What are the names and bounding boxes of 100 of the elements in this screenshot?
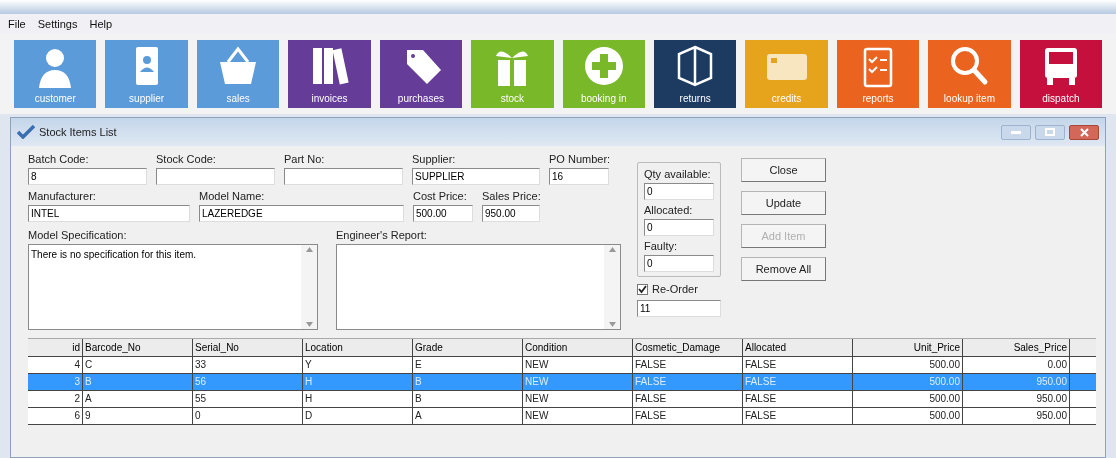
table-cell: FALSE bbox=[743, 374, 853, 390]
text-area-content: There is no specification for this item. bbox=[31, 249, 197, 260]
table-cell: 56 bbox=[193, 374, 303, 390]
field-label: Manufacturer: bbox=[28, 189, 97, 203]
text-field[interactable] bbox=[156, 168, 275, 185]
column-header[interactable]: Serial_No bbox=[193, 339, 303, 356]
text-area[interactable] bbox=[336, 244, 621, 330]
table-cell: D bbox=[303, 408, 413, 424]
table-cell: 950.00 bbox=[963, 408, 1070, 424]
text-field[interactable]: INTEL bbox=[28, 205, 190, 222]
column-header[interactable]: Barcode_No bbox=[83, 339, 193, 356]
table-cell: FALSE bbox=[633, 391, 743, 407]
scroll-down-icon bbox=[608, 322, 616, 327]
table-cell: 950.00 bbox=[963, 391, 1070, 407]
column-header[interactable]: Grade bbox=[413, 339, 523, 356]
text-field[interactable]: LAZEREDGE bbox=[199, 205, 404, 222]
menu-item[interactable]: File bbox=[8, 15, 26, 33]
table-cell: FALSE bbox=[743, 357, 853, 373]
table-cell: FALSE bbox=[743, 408, 853, 424]
table-cell: 6 bbox=[28, 408, 83, 424]
table-cell: NEW bbox=[523, 374, 633, 390]
table-cell: 500.00 bbox=[853, 391, 963, 407]
field-label: Stock Code: bbox=[156, 152, 217, 166]
table-cell: FALSE bbox=[633, 374, 743, 390]
text-field[interactable]: 16 bbox=[549, 168, 609, 185]
close-icon bbox=[1079, 127, 1089, 137]
check-mark-icon bbox=[638, 284, 647, 294]
table-cell: 3 bbox=[28, 374, 83, 390]
table-cell: B bbox=[413, 391, 523, 407]
table-row[interactable]: 6 9 0 D A NEW FALSE FALSE 500.00 950.00 bbox=[28, 408, 1096, 425]
column-header[interactable]: Unit_Price bbox=[853, 339, 963, 356]
table-cell: C bbox=[83, 357, 193, 373]
text-field[interactable]: 0 bbox=[644, 183, 714, 200]
field-label: Batch Code: bbox=[28, 152, 90, 166]
field-label: Sales Price: bbox=[482, 189, 541, 203]
table-cell: B bbox=[83, 374, 193, 390]
text-field[interactable] bbox=[284, 168, 403, 185]
table-cell: 950.00 bbox=[963, 374, 1070, 390]
window-title: Stock Items List bbox=[39, 124, 117, 140]
field-label: Qty available: bbox=[644, 167, 712, 181]
field-label: Supplier: bbox=[412, 152, 457, 166]
table-cell: 4 bbox=[28, 357, 83, 373]
table-cell: 55 bbox=[193, 391, 303, 407]
text-field[interactable]: SUPPLIER bbox=[412, 168, 540, 185]
text-area[interactable]: There is no specification for this item. bbox=[28, 244, 318, 330]
table-cell: 0 bbox=[193, 408, 303, 424]
column-header[interactable]: Condition bbox=[523, 339, 633, 356]
menu-item[interactable]: Settings bbox=[37, 15, 78, 33]
table-row[interactable]: 4 C 33 Y E NEW FALSE FALSE 500.00 0.00 bbox=[28, 357, 1096, 374]
scrollbar[interactable] bbox=[604, 245, 620, 329]
module-tile[interactable]: returns bbox=[653, 40, 737, 108]
column-header[interactable]: Cosmetic_Damage bbox=[633, 339, 743, 356]
checkbox-label: Re-Order bbox=[652, 282, 698, 297]
text-field[interactable]: 11 bbox=[637, 299, 721, 317]
table-cell: FALSE bbox=[633, 408, 743, 424]
table-cell: NEW bbox=[523, 408, 633, 424]
module-tile[interactable]: invoices bbox=[288, 40, 371, 108]
text-field[interactable]: 950.00 bbox=[482, 205, 540, 222]
text-field[interactable]: 0 bbox=[644, 255, 714, 272]
table-cell: FALSE bbox=[633, 357, 743, 373]
table-cell: Y bbox=[303, 357, 413, 373]
scroll-down-icon bbox=[305, 322, 313, 327]
column-header[interactable]: Allocated bbox=[743, 339, 853, 356]
field-label: Model Name: bbox=[199, 189, 266, 203]
scrollbar[interactable] bbox=[301, 245, 317, 329]
field-label: Faulty: bbox=[644, 239, 678, 253]
table-cell: H bbox=[303, 374, 413, 390]
table-cell: NEW bbox=[523, 357, 633, 373]
column-header[interactable]: Sales_Price bbox=[963, 339, 1070, 356]
text-field[interactable]: 0 bbox=[644, 219, 714, 236]
column-header[interactable]: id bbox=[28, 339, 83, 356]
field-label: PO Number: bbox=[549, 152, 611, 166]
module-tile[interactable]: dispatch bbox=[1019, 40, 1103, 108]
table-cell: 0.00 bbox=[963, 357, 1070, 373]
table-cell: H bbox=[303, 391, 413, 407]
table-cell: A bbox=[83, 391, 193, 407]
table-row[interactable]: 2 A 55 H B NEW FALSE FALSE 500.00 950.00 bbox=[28, 391, 1096, 408]
menu-item[interactable]: Help bbox=[89, 15, 113, 33]
table-cell: NEW bbox=[523, 391, 633, 407]
text-field[interactable]: 500.00 bbox=[413, 205, 473, 222]
minimize-icon bbox=[1011, 130, 1021, 134]
table-cell: A bbox=[413, 408, 523, 424]
action-button[interactable]: Close bbox=[741, 158, 826, 182]
action-button[interactable]: Update bbox=[741, 191, 826, 215]
text-field[interactable]: 8 bbox=[28, 168, 147, 185]
table-cell: E bbox=[413, 357, 523, 373]
action-button[interactable]: Remove All bbox=[741, 257, 826, 281]
checkbox[interactable] bbox=[637, 283, 648, 295]
module-tile[interactable]: purchases bbox=[379, 40, 463, 108]
column-header[interactable]: Location bbox=[303, 339, 413, 356]
check-icon bbox=[17, 125, 35, 139]
minimize-button[interactable] bbox=[1001, 124, 1031, 140]
table-cell: B bbox=[413, 374, 523, 390]
close-button[interactable] bbox=[1069, 124, 1099, 140]
scroll-up-icon bbox=[608, 247, 616, 252]
table-cell: 2 bbox=[28, 391, 83, 407]
table-cell: 33 bbox=[193, 357, 303, 373]
table-cell: FALSE bbox=[743, 391, 853, 407]
field-label: Engineer's Report: bbox=[336, 228, 428, 242]
field-label: Allocated: bbox=[644, 203, 694, 217]
